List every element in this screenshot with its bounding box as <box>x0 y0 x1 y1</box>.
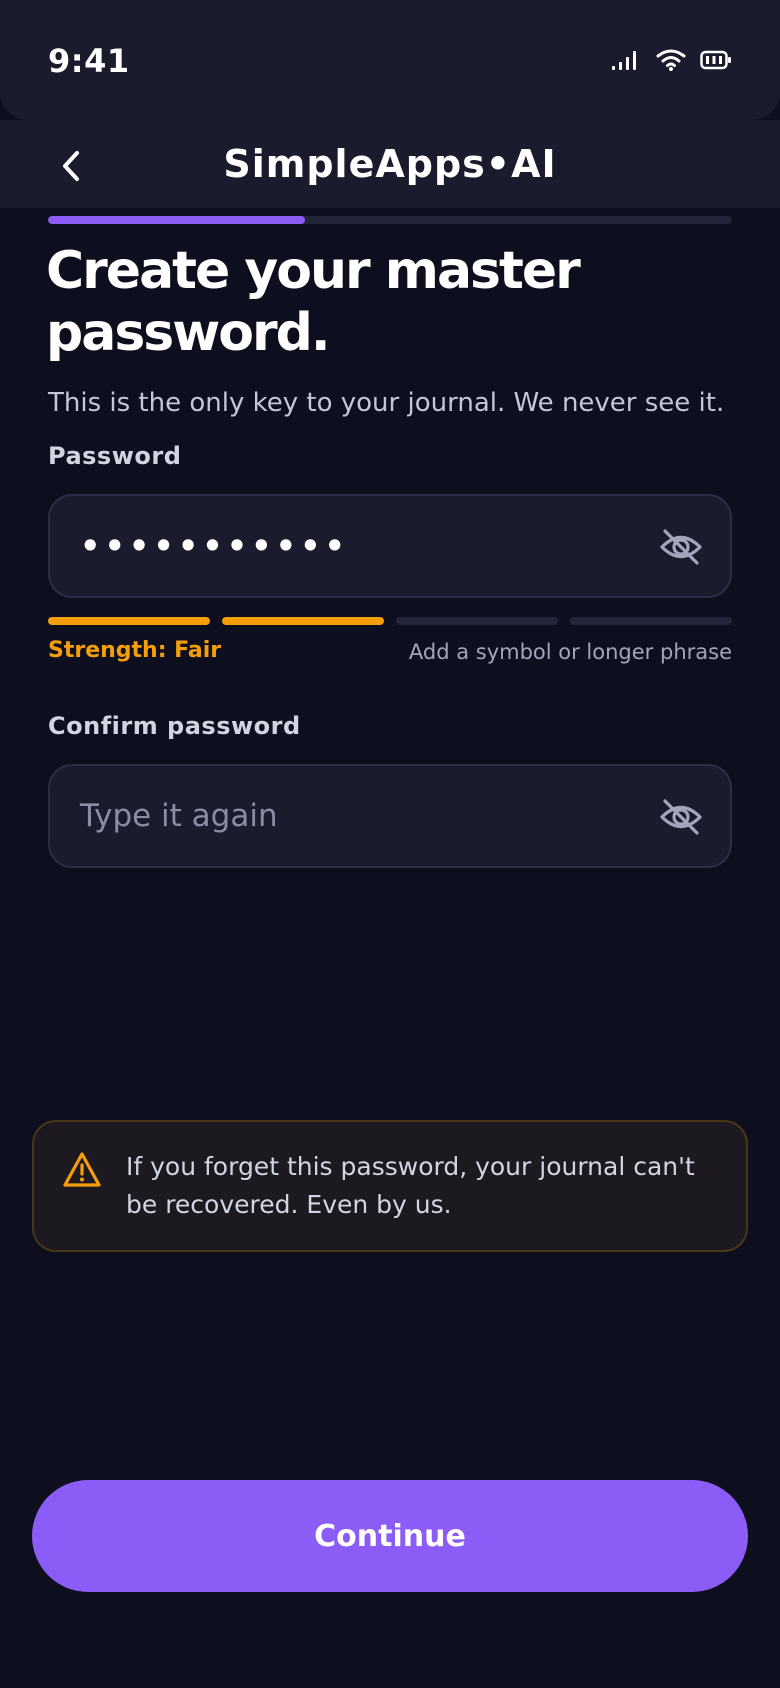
password-label: Password <box>48 442 182 470</box>
wifi-icon <box>656 49 686 71</box>
continue-button[interactable]: Continue <box>32 1480 748 1592</box>
status-bar: 9:41 <box>0 0 780 120</box>
eye-off-icon <box>660 799 702 835</box>
page-title: Create your master password. <box>46 241 581 363</box>
eye-off-icon <box>660 529 702 565</box>
status-time: 9:41 <box>48 42 130 80</box>
app-title: SimpleApps•AI <box>223 142 557 186</box>
password-input[interactable]: ••••••••••• <box>48 494 732 598</box>
confirm-password-label: Confirm password <box>48 712 301 740</box>
confirm-password-placeholder: Type it again <box>80 798 278 834</box>
warning-triangle-icon <box>63 1152 101 1187</box>
password-setup-screen: 9:41 SimpleApps•AI Create your master pa… <box>0 0 780 1688</box>
warning-text: If you forget this password, your journa… <box>126 1152 695 1219</box>
strength-segment <box>48 617 210 625</box>
onboarding-progress-bar <box>48 216 732 224</box>
toggle-confirm-visibility-button[interactable] <box>658 794 704 840</box>
toggle-password-visibility-button[interactable] <box>658 524 704 570</box>
progress-fill <box>48 216 305 224</box>
strength-label: Strength: Fair <box>48 638 222 663</box>
battery-icon <box>700 50 731 70</box>
cellular-signal-icon <box>612 51 636 70</box>
confirm-password-input[interactable]: Type it again <box>48 764 732 868</box>
status-icons <box>610 48 732 72</box>
nav-bar: SimpleApps•AI <box>0 120 780 208</box>
strength-segment <box>396 617 558 625</box>
password-value: ••••••••••• <box>80 527 349 565</box>
recovery-warning: If you forget this password, your journa… <box>32 1120 748 1252</box>
strength-hint: Add a symbol or longer phrase <box>408 640 732 664</box>
strength-meter <box>48 617 732 625</box>
strength-segment <box>570 617 732 625</box>
strength-segment <box>222 617 384 625</box>
page-subtitle: This is the only key to your journal. We… <box>48 388 725 418</box>
